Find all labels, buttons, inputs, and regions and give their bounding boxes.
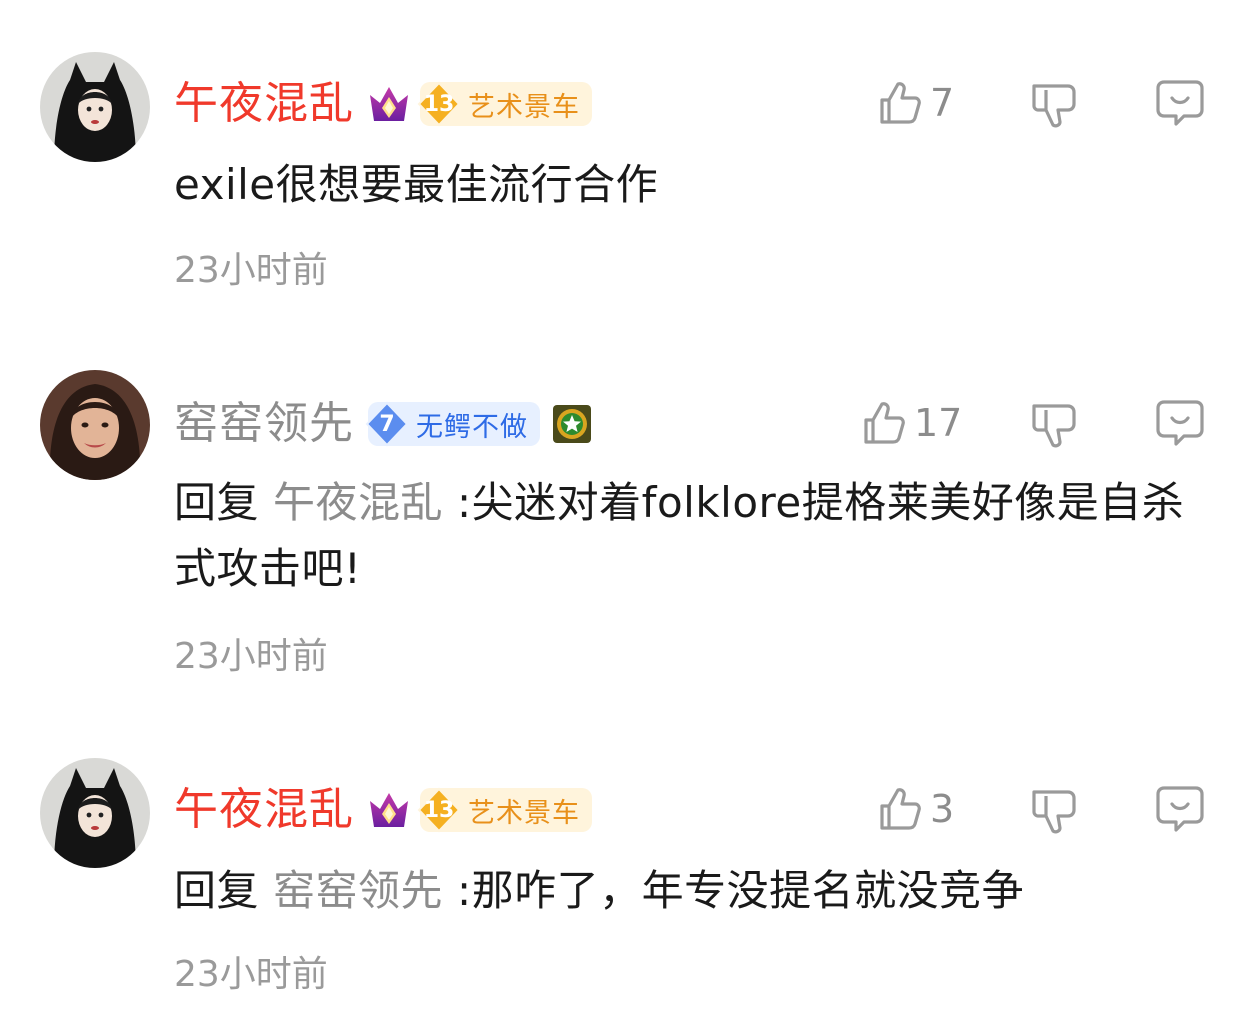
like-count: 7: [930, 81, 955, 125]
comment-header: 午夜混乱 13 艺术景车: [174, 780, 592, 840]
timestamp: 23小时前: [174, 250, 328, 291]
reply-button[interactable]: [1154, 396, 1206, 448]
fan-badge-name: 艺术景车: [468, 797, 580, 829]
dislike-button[interactable]: [1028, 398, 1080, 450]
comment-text: 回复 午夜混乱:尖迷对着folklore提格莱美好像是自杀式攻击吧!: [174, 470, 1204, 602]
star-medal-icon: [552, 404, 592, 444]
reply-button[interactable]: [1154, 76, 1206, 128]
like-button[interactable]: 3: [874, 784, 954, 834]
fan-badge-name: 无鳄不做: [416, 411, 528, 443]
fan-badge[interactable]: 7 无鳄不做: [365, 401, 540, 447]
reply-target-user[interactable]: 午夜混乱: [273, 478, 443, 527]
fan-badge[interactable]: 13 艺术景车: [417, 81, 592, 127]
user-avatar[interactable]: [40, 758, 150, 868]
username[interactable]: 窑窑领先: [174, 394, 354, 454]
fan-badge[interactable]: 13 艺术景车: [417, 787, 592, 833]
comment-bubble-icon: [1156, 400, 1204, 446]
comment-header: 午夜混乱 13 艺术景车: [174, 74, 592, 134]
reply-label: 回复: [174, 478, 260, 527]
reply-button[interactable]: [1154, 782, 1206, 834]
username[interactable]: 午夜混乱: [174, 780, 354, 840]
like-button[interactable]: 17: [858, 398, 962, 448]
comment-text: 回复 窑窑领先 :那咋了，年专没提名就没竞争: [174, 858, 1204, 924]
reply-target-user[interactable]: 窑窑领先: [273, 866, 443, 915]
thumbs-up-icon: [880, 788, 921, 830]
level-badge: 7: [364, 401, 410, 447]
level-badge: 13: [416, 81, 462, 127]
user-avatar[interactable]: [40, 52, 150, 162]
fan-badge-name: 艺术景车: [468, 91, 580, 123]
like-count: 3: [930, 787, 955, 831]
thumbs-down-icon: [1032, 84, 1076, 128]
dislike-button[interactable]: [1028, 784, 1080, 836]
thumbs-up-icon: [864, 402, 905, 444]
thumbs-down-icon: [1032, 790, 1076, 834]
dislike-button[interactable]: [1028, 78, 1080, 130]
comment-content: :那咋了，年专没提名就没竞争: [457, 866, 1025, 915]
comment-bubble-icon: [1156, 786, 1204, 832]
comment-bubble-icon: [1156, 80, 1204, 126]
crown-icon: [366, 81, 412, 127]
comment-header: 窑窑领先 7 无鳄不做: [174, 394, 592, 454]
comment-content: exile很想要最佳流行合作: [174, 160, 659, 209]
thumbs-down-icon: [1032, 404, 1076, 448]
reply-label: 回复: [174, 866, 260, 915]
user-avatar[interactable]: [40, 370, 150, 480]
comment-text: exile很想要最佳流行合作: [174, 152, 1204, 218]
timestamp: 23小时前: [174, 954, 328, 995]
crown-icon: [366, 787, 412, 833]
timestamp: 23小时前: [174, 636, 328, 677]
level-badge: 13: [416, 787, 462, 833]
like-button[interactable]: 7: [874, 78, 954, 128]
like-count: 17: [914, 401, 963, 445]
username[interactable]: 午夜混乱: [174, 74, 354, 134]
thumbs-up-icon: [880, 82, 921, 124]
